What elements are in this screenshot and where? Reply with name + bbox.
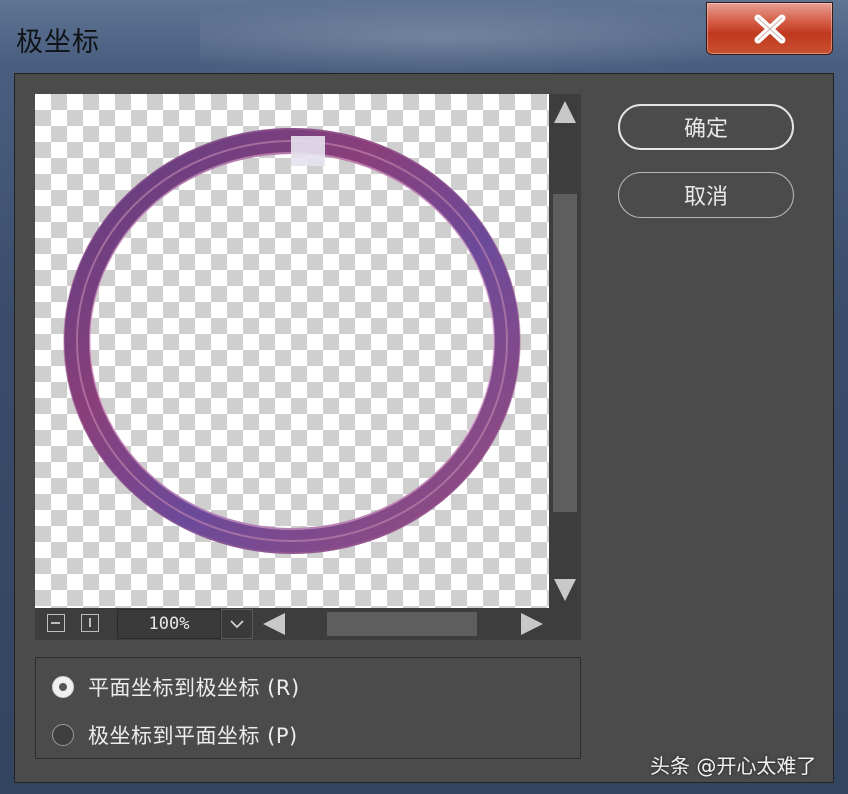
radio-rect-to-polar[interactable]	[52, 676, 74, 698]
watermark-text: 头条 @开心太难了	[650, 754, 817, 778]
option-rect-to-polar[interactable]: 平面坐标到极坐标 (R)	[52, 672, 300, 702]
horizontal-scroll-thumb[interactable]	[327, 612, 477, 636]
close-button[interactable]	[706, 2, 833, 55]
preview-canvas[interactable]	[35, 94, 549, 608]
vertical-scrollbar[interactable]	[549, 94, 581, 608]
scroll-up-icon[interactable]	[554, 101, 576, 123]
window-frame: 极坐标 100% 确定 取消 平面坐标到极坐标 (R) 极坐标到平面坐标 (P)…	[0, 0, 848, 794]
scroll-down-icon[interactable]	[554, 579, 576, 601]
scroll-right-icon[interactable]	[521, 613, 543, 635]
conversion-options-group: 平面坐标到极坐标 (R) 极坐标到平面坐标 (P)	[35, 657, 581, 759]
close-icon	[754, 14, 785, 43]
cancel-button[interactable]: 取消	[618, 172, 794, 218]
zoom-dropdown-button[interactable]	[221, 609, 253, 639]
horizontal-scrollbar[interactable]	[257, 608, 581, 640]
ring-preview-image	[63, 128, 521, 554]
option-polar-to-rect[interactable]: 极坐标到平面坐标 (P)	[52, 720, 298, 750]
preview-toolbar: 100%	[35, 608, 581, 640]
chevron-down-icon	[230, 620, 244, 629]
option-rect-to-polar-label: 平面坐标到极坐标 (R)	[88, 676, 300, 700]
window-title: 极坐标	[16, 27, 100, 58]
zoom-level[interactable]: 100%	[117, 609, 221, 639]
vertical-scroll-thumb[interactable]	[553, 194, 577, 512]
option-polar-to-rect-label: 极坐标到平面坐标 (P)	[88, 724, 298, 748]
zoom-in-icon[interactable]	[81, 614, 99, 632]
scroll-left-icon[interactable]	[263, 613, 285, 635]
zoom-out-icon[interactable]	[47, 614, 65, 632]
radio-polar-to-rect[interactable]	[52, 724, 74, 746]
polar-coordinates-dialog: 100% 确定 取消 平面坐标到极坐标 (R) 极坐标到平面坐标 (P)	[14, 73, 834, 783]
ok-button[interactable]: 确定	[618, 104, 794, 150]
